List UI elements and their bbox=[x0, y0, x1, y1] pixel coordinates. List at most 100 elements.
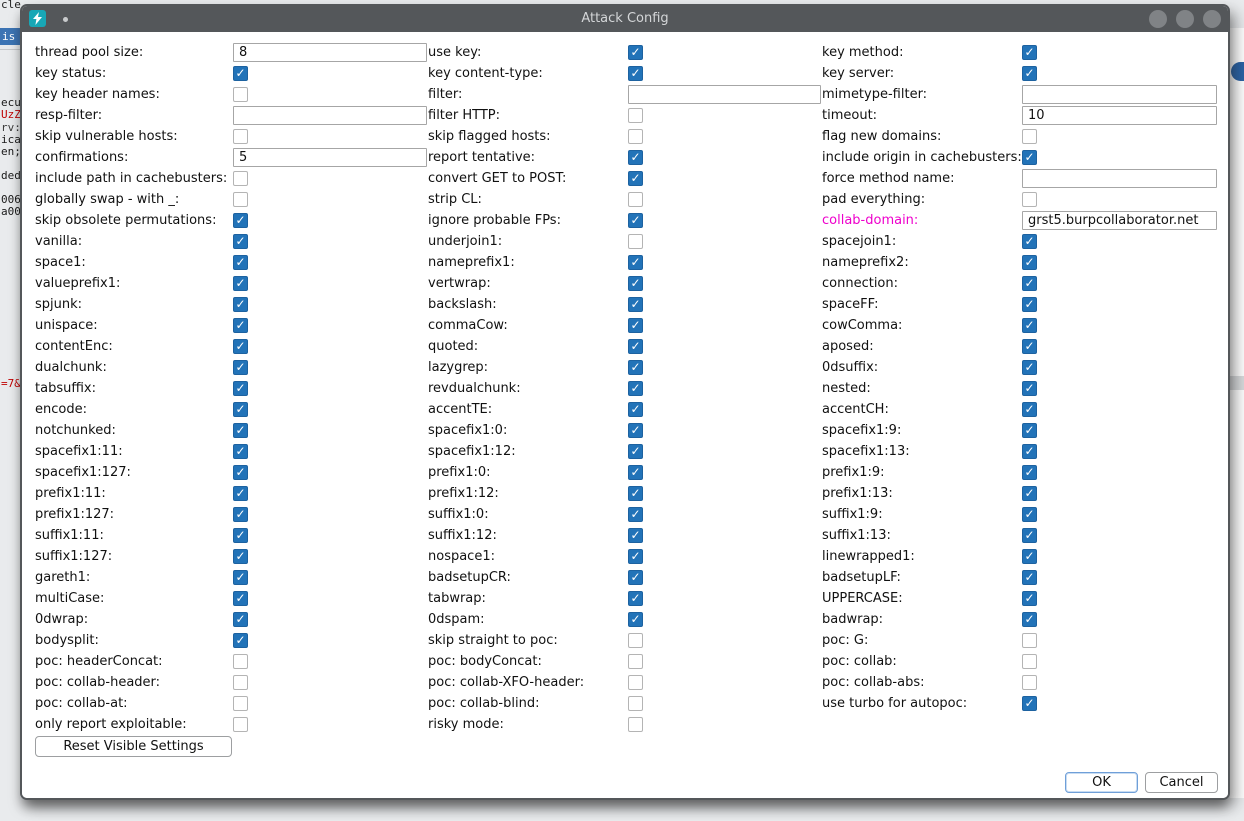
checkbox-checked[interactable]: ✓ bbox=[628, 444, 643, 459]
checkbox-checked[interactable]: ✓ bbox=[233, 465, 248, 480]
checkbox-checked[interactable]: ✓ bbox=[1022, 339, 1037, 354]
checkbox-checked[interactable]: ✓ bbox=[233, 234, 248, 249]
checkbox-checked[interactable]: ✓ bbox=[628, 570, 643, 585]
reset-visible-settings-button[interactable]: Reset Visible Settings bbox=[35, 736, 232, 757]
checkbox-unchecked[interactable] bbox=[1022, 633, 1037, 648]
checkbox-checked[interactable]: ✓ bbox=[1022, 591, 1037, 606]
checkbox-checked[interactable]: ✓ bbox=[233, 486, 248, 501]
checkbox-checked[interactable]: ✓ bbox=[1022, 528, 1037, 543]
checkbox-unchecked[interactable] bbox=[233, 675, 248, 690]
cancel-button[interactable]: Cancel bbox=[1145, 772, 1218, 793]
checkbox-checked[interactable]: ✓ bbox=[233, 423, 248, 438]
text-field[interactable] bbox=[233, 106, 427, 125]
checkbox-checked[interactable]: ✓ bbox=[233, 276, 248, 291]
checkbox-checked[interactable]: ✓ bbox=[233, 360, 248, 375]
checkbox-unchecked[interactable] bbox=[628, 675, 643, 690]
checkbox-checked[interactable]: ✓ bbox=[233, 339, 248, 354]
checkbox-checked[interactable]: ✓ bbox=[233, 591, 248, 606]
checkbox-checked[interactable]: ✓ bbox=[628, 612, 643, 627]
checkbox-unchecked[interactable] bbox=[628, 108, 643, 123]
checkbox-checked[interactable]: ✓ bbox=[1022, 318, 1037, 333]
checkbox-checked[interactable]: ✓ bbox=[628, 402, 643, 417]
checkbox-checked[interactable]: ✓ bbox=[233, 444, 248, 459]
checkbox-checked[interactable]: ✓ bbox=[628, 591, 643, 606]
checkbox-unchecked[interactable] bbox=[233, 717, 248, 732]
checkbox-checked[interactable]: ✓ bbox=[1022, 276, 1037, 291]
checkbox-checked[interactable]: ✓ bbox=[628, 549, 643, 564]
window-maximize-button[interactable] bbox=[1176, 10, 1194, 28]
checkbox-checked[interactable]: ✓ bbox=[628, 297, 643, 312]
checkbox-checked[interactable]: ✓ bbox=[1022, 381, 1037, 396]
checkbox-unchecked[interactable] bbox=[1022, 192, 1037, 207]
ok-button[interactable]: OK bbox=[1065, 772, 1138, 793]
checkbox-checked[interactable]: ✓ bbox=[1022, 507, 1037, 522]
text-field[interactable] bbox=[1022, 85, 1217, 104]
checkbox-checked[interactable]: ✓ bbox=[1022, 150, 1037, 165]
checkbox-unchecked[interactable] bbox=[233, 171, 248, 186]
checkbox-checked[interactable]: ✓ bbox=[628, 381, 643, 396]
checkbox-checked[interactable]: ✓ bbox=[233, 255, 248, 270]
checkbox-checked[interactable]: ✓ bbox=[233, 318, 248, 333]
checkbox-checked[interactable]: ✓ bbox=[1022, 612, 1037, 627]
checkbox-unchecked[interactable] bbox=[1022, 675, 1037, 690]
checkbox-checked[interactable]: ✓ bbox=[1022, 297, 1037, 312]
text-field[interactable] bbox=[628, 85, 821, 104]
checkbox-checked[interactable]: ✓ bbox=[233, 297, 248, 312]
checkbox-checked[interactable]: ✓ bbox=[628, 66, 643, 81]
checkbox-checked[interactable]: ✓ bbox=[628, 507, 643, 522]
checkbox-checked[interactable]: ✓ bbox=[628, 465, 643, 480]
checkbox-checked[interactable]: ✓ bbox=[628, 255, 643, 270]
checkbox-checked[interactable]: ✓ bbox=[628, 150, 643, 165]
text-field[interactable] bbox=[1022, 169, 1217, 188]
checkbox-checked[interactable]: ✓ bbox=[233, 213, 248, 228]
checkbox-checked[interactable]: ✓ bbox=[1022, 360, 1037, 375]
checkbox-unchecked[interactable] bbox=[233, 696, 248, 711]
checkbox-unchecked[interactable] bbox=[233, 87, 248, 102]
checkbox-unchecked[interactable] bbox=[1022, 129, 1037, 144]
checkbox-checked[interactable]: ✓ bbox=[628, 171, 643, 186]
checkbox-checked[interactable]: ✓ bbox=[233, 528, 248, 543]
checkbox-checked[interactable]: ✓ bbox=[233, 66, 248, 81]
checkbox-checked[interactable]: ✓ bbox=[1022, 696, 1037, 711]
text-field[interactable] bbox=[1022, 106, 1217, 125]
checkbox-checked[interactable]: ✓ bbox=[1022, 234, 1037, 249]
text-field[interactable] bbox=[233, 43, 427, 62]
window-minimize-button[interactable] bbox=[1149, 10, 1167, 28]
checkbox-unchecked[interactable] bbox=[233, 654, 248, 669]
checkbox-checked[interactable]: ✓ bbox=[628, 339, 643, 354]
checkbox-checked[interactable]: ✓ bbox=[233, 570, 248, 585]
checkbox-checked[interactable]: ✓ bbox=[628, 360, 643, 375]
checkbox-checked[interactable]: ✓ bbox=[628, 213, 643, 228]
checkbox-checked[interactable]: ✓ bbox=[628, 486, 643, 501]
checkbox-checked[interactable]: ✓ bbox=[233, 381, 248, 396]
titlebar[interactable]: Attack Config bbox=[22, 6, 1228, 32]
checkbox-unchecked[interactable] bbox=[628, 234, 643, 249]
checkbox-unchecked[interactable] bbox=[628, 129, 643, 144]
checkbox-checked[interactable]: ✓ bbox=[1022, 444, 1037, 459]
checkbox-unchecked[interactable] bbox=[233, 129, 248, 144]
checkbox-checked[interactable]: ✓ bbox=[233, 402, 248, 417]
checkbox-unchecked[interactable] bbox=[628, 654, 643, 669]
checkbox-checked[interactable]: ✓ bbox=[628, 45, 643, 60]
checkbox-checked[interactable]: ✓ bbox=[1022, 423, 1037, 438]
checkbox-checked[interactable]: ✓ bbox=[233, 549, 248, 564]
checkbox-checked[interactable]: ✓ bbox=[1022, 45, 1037, 60]
checkbox-unchecked[interactable] bbox=[628, 633, 643, 648]
text-field[interactable] bbox=[1022, 211, 1217, 230]
checkbox-checked[interactable]: ✓ bbox=[1022, 465, 1037, 480]
checkbox-checked[interactable]: ✓ bbox=[628, 528, 643, 543]
text-field[interactable] bbox=[233, 148, 427, 167]
checkbox-checked[interactable]: ✓ bbox=[233, 507, 248, 522]
checkbox-checked[interactable]: ✓ bbox=[1022, 255, 1037, 270]
checkbox-checked[interactable]: ✓ bbox=[1022, 486, 1037, 501]
checkbox-unchecked[interactable] bbox=[628, 717, 643, 732]
checkbox-checked[interactable]: ✓ bbox=[1022, 402, 1037, 417]
checkbox-checked[interactable]: ✓ bbox=[1022, 570, 1037, 585]
window-close-button[interactable] bbox=[1203, 10, 1221, 28]
checkbox-checked[interactable]: ✓ bbox=[628, 276, 643, 291]
checkbox-checked[interactable]: ✓ bbox=[1022, 549, 1037, 564]
checkbox-unchecked[interactable] bbox=[233, 192, 248, 207]
checkbox-unchecked[interactable] bbox=[1022, 654, 1037, 669]
checkbox-checked[interactable]: ✓ bbox=[233, 633, 248, 648]
checkbox-checked[interactable]: ✓ bbox=[233, 612, 248, 627]
